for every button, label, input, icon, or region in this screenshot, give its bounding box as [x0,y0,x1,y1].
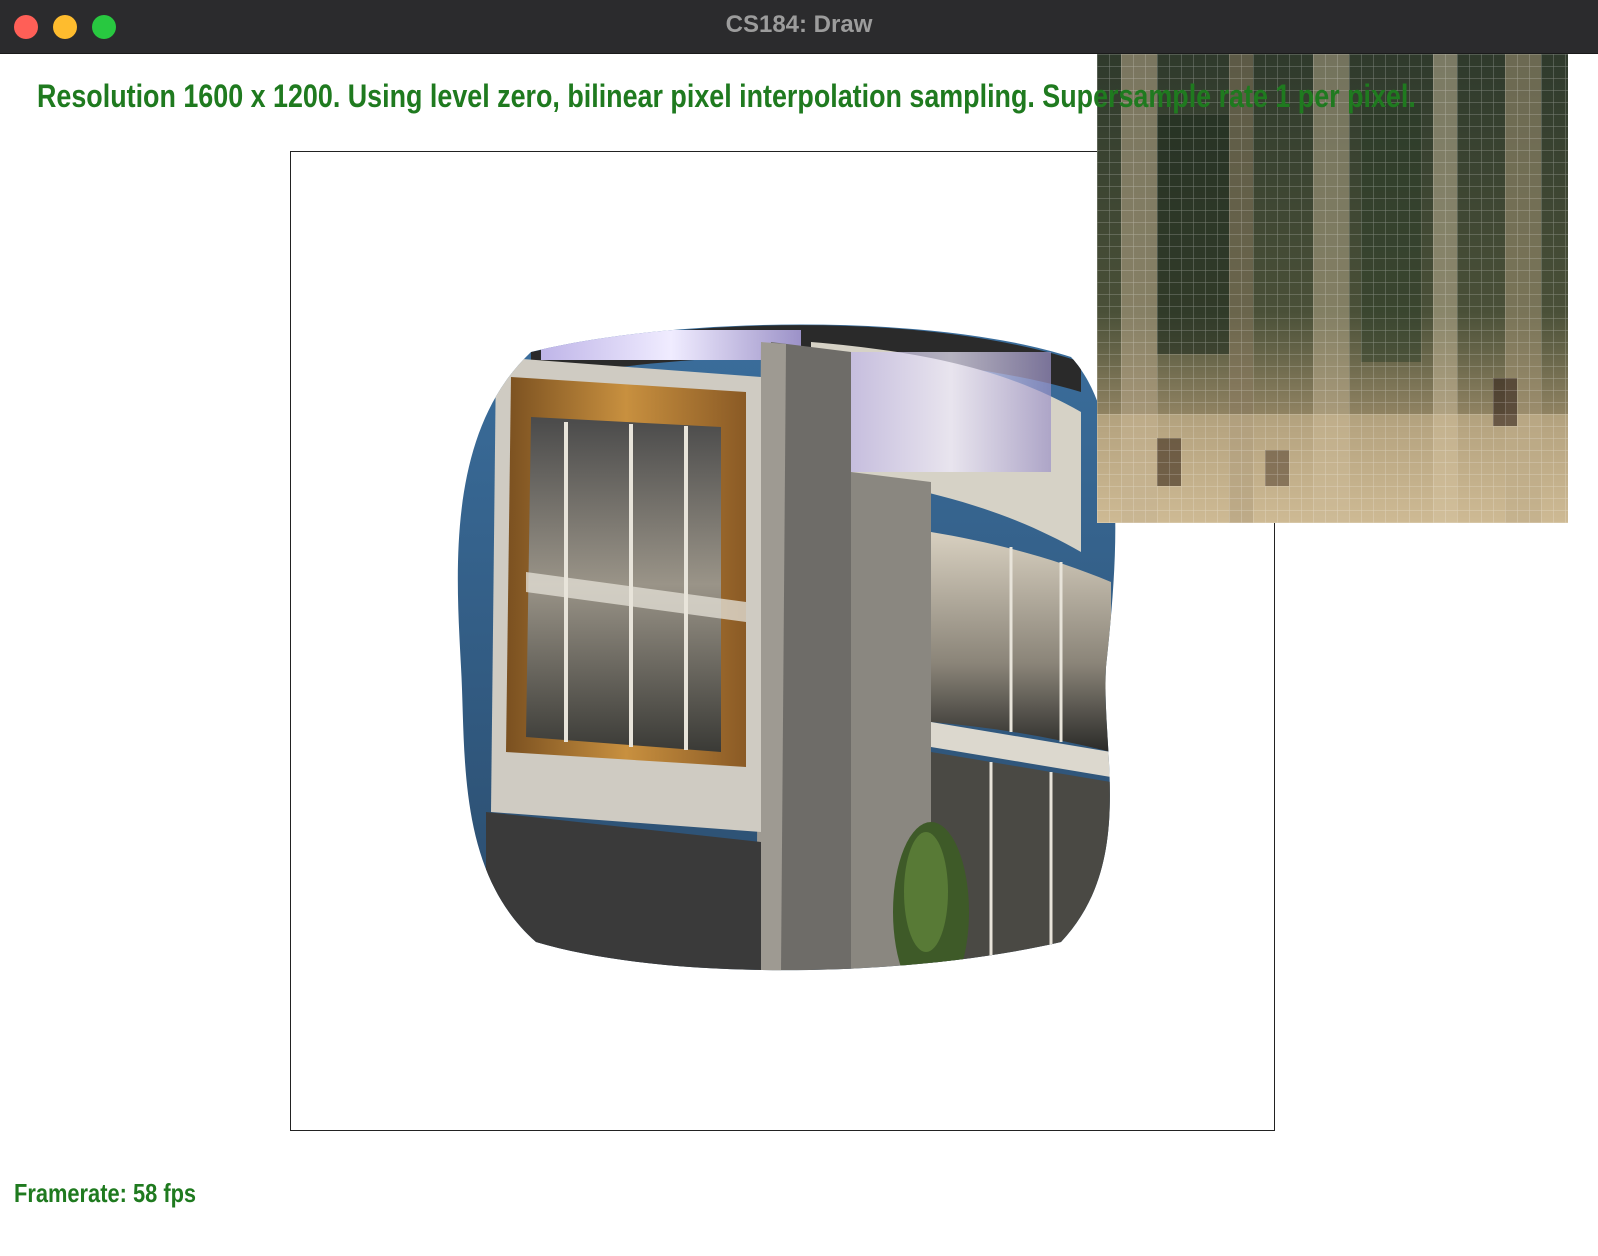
draw-viewport[interactable]: Resolution 1600 x 1200. Using level zero… [0,54,1598,1256]
window-title: CS184: Draw [725,11,873,38]
window-titlebar: CS184: Draw [0,0,1598,54]
status-line: Resolution 1600 x 1200. Using level zero… [37,78,1416,114]
zoom-inset [1097,54,1568,523]
framerate-readout: Framerate: 58 fps [14,1178,197,1208]
pixel-zoom-grid [1097,54,1568,523]
